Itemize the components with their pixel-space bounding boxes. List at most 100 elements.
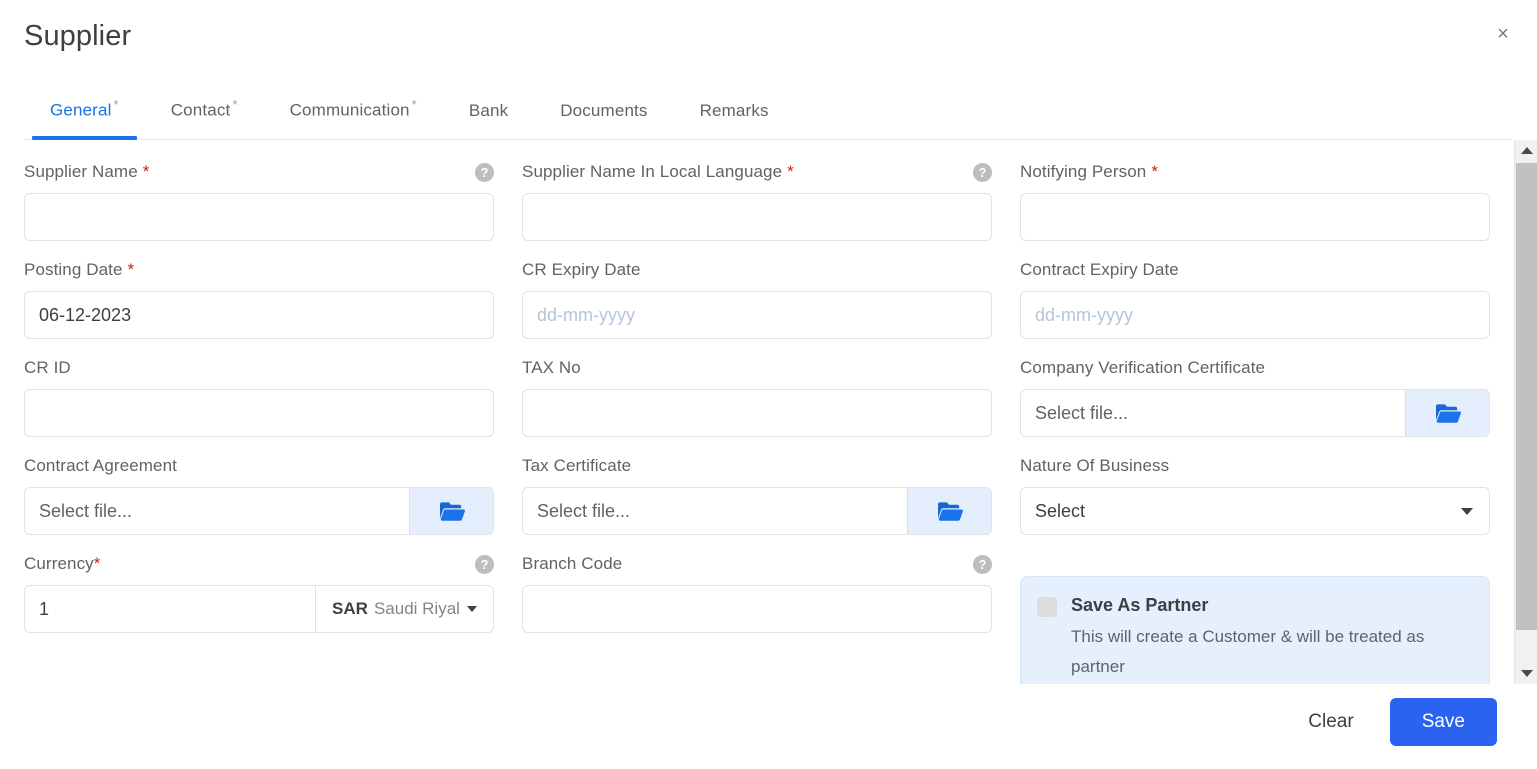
label-currency: Currency* ? bbox=[24, 552, 494, 576]
posting-date-input[interactable] bbox=[24, 291, 494, 339]
browse-button[interactable] bbox=[409, 488, 493, 534]
tab-communication-required-mark: * bbox=[411, 97, 417, 113]
folder-open-icon bbox=[937, 502, 963, 521]
label-notifying-person-text: Notifying Person bbox=[1020, 162, 1147, 181]
label-tax-no-text: TAX No bbox=[522, 358, 581, 377]
label-posting-date: Posting Date * bbox=[24, 258, 494, 282]
save-as-partner-description: This will create a Customer & will be tr… bbox=[1071, 627, 1425, 676]
save-as-partner-checkbox[interactable] bbox=[1037, 597, 1057, 617]
branch-code-input[interactable] bbox=[522, 585, 992, 633]
scrollbar-thumb[interactable] bbox=[1516, 163, 1537, 630]
supplier-name-input[interactable] bbox=[24, 193, 494, 241]
label-nature-of-business: Nature Of Business bbox=[1020, 454, 1490, 478]
dialog-footer: Clear Save bbox=[0, 684, 1537, 769]
contract-expiry-date-input[interactable] bbox=[1020, 291, 1490, 339]
dialog-header: Supplier × bbox=[0, 0, 1537, 72]
save-as-partner-panel: Save As Partner This will create a Custo… bbox=[1020, 576, 1490, 684]
nature-of-business-value: Select bbox=[1035, 500, 1086, 521]
tab-bar: General * Contact * Communication * Bank Do… bbox=[0, 72, 1537, 140]
field-notifying-person: Notifying Person * bbox=[1020, 160, 1490, 258]
label-cr-expiry-date-text: CR Expiry Date bbox=[522, 260, 641, 279]
label-posting-date-text: Posting Date bbox=[24, 260, 123, 279]
tab-contact-required-mark: * bbox=[232, 97, 238, 113]
tax-no-input[interactable] bbox=[522, 389, 992, 437]
form-scroll-region: Supplier Name * ? Supplier Name In Local … bbox=[0, 140, 1537, 684]
browse-button[interactable] bbox=[1405, 390, 1489, 436]
tab-bank[interactable]: Bank bbox=[443, 101, 534, 139]
cr-expiry-date-input[interactable] bbox=[522, 291, 992, 339]
notifying-person-input[interactable] bbox=[1020, 193, 1490, 241]
field-contract-agreement: Contract Agreement Select file... bbox=[24, 454, 494, 552]
label-supplier-name-local: Supplier Name In Local Language * ? bbox=[522, 160, 992, 184]
label-notifying-person: Notifying Person * bbox=[1020, 160, 1490, 184]
field-cr-expiry-date: CR Expiry Date bbox=[522, 258, 992, 356]
help-icon[interactable]: ? bbox=[475, 162, 494, 182]
required-asterisk: * bbox=[127, 260, 135, 279]
currency-control: SAR Saudi Riyal bbox=[24, 585, 494, 633]
scroll-up-button[interactable] bbox=[1515, 140, 1537, 161]
chevron-down-icon bbox=[466, 606, 477, 612]
folder-open-icon bbox=[1435, 404, 1461, 423]
save-button[interactable]: Save bbox=[1389, 697, 1497, 746]
tax-certificate-filename[interactable]: Select file... bbox=[523, 488, 907, 534]
company-verification-certificate-filename[interactable]: Select file... bbox=[1021, 390, 1405, 436]
supplier-dialog: Supplier × General * Contact * Communicati… bbox=[0, 0, 1537, 769]
nature-of-business-select[interactable]: Select bbox=[1020, 487, 1490, 535]
currency-select[interactable]: SAR Saudi Riyal bbox=[315, 586, 493, 632]
tab-documents[interactable]: Documents bbox=[534, 101, 673, 139]
help-icon[interactable]: ? bbox=[475, 554, 494, 574]
label-tax-certificate-text: Tax Certificate bbox=[522, 456, 632, 475]
label-supplier-name-text: Supplier Name bbox=[24, 162, 138, 181]
currency-amount-input[interactable] bbox=[25, 586, 315, 632]
contract-agreement-filename[interactable]: Select file... bbox=[25, 488, 409, 534]
tab-general[interactable]: General * bbox=[24, 97, 145, 140]
label-cr-expiry-date: CR Expiry Date bbox=[522, 258, 992, 282]
label-contract-agreement-text: Contract Agreement bbox=[24, 456, 177, 475]
label-contract-expiry-date-text: Contract Expiry Date bbox=[1020, 260, 1179, 279]
tab-remarks[interactable]: Remarks bbox=[674, 101, 795, 139]
label-company-verification-certificate-text: Company Verification Certificate bbox=[1020, 358, 1266, 377]
label-currency-text: Currency bbox=[24, 554, 94, 573]
tab-documents-label: Documents bbox=[560, 101, 648, 120]
chevron-up-icon bbox=[1520, 147, 1533, 154]
tab-bank-label: Bank bbox=[468, 101, 509, 120]
cr-id-input[interactable] bbox=[24, 389, 494, 437]
field-branch-code: Branch Code ? bbox=[522, 552, 992, 684]
vertical-scrollbar[interactable] bbox=[1514, 140, 1537, 684]
field-currency: Currency* ? SAR Saudi Riyal bbox=[24, 552, 494, 684]
clear-button[interactable]: Clear bbox=[1290, 701, 1371, 743]
tax-certificate-filepicker[interactable]: Select file... bbox=[522, 487, 992, 535]
field-contract-expiry-date: Contract Expiry Date bbox=[1020, 258, 1490, 356]
tab-general-required-mark: * bbox=[113, 97, 119, 113]
field-tax-no: TAX No bbox=[522, 356, 992, 454]
company-verification-certificate-filepicker[interactable]: Select file... bbox=[1020, 389, 1490, 437]
browse-button[interactable] bbox=[907, 488, 991, 534]
label-supplier-name: Supplier Name * ? bbox=[24, 160, 494, 184]
close-icon[interactable]: × bbox=[1489, 20, 1517, 48]
label-tax-certificate: Tax Certificate bbox=[522, 454, 992, 478]
page-title: Supplier bbox=[24, 19, 132, 52]
field-nature-of-business: Nature Of Business Select bbox=[1020, 454, 1490, 552]
tab-general-label: General bbox=[50, 101, 112, 120]
help-icon[interactable]: ? bbox=[973, 554, 992, 574]
label-tax-no: TAX No bbox=[522, 356, 992, 380]
required-asterisk: * bbox=[93, 554, 101, 573]
help-icon[interactable]: ? bbox=[973, 162, 992, 182]
tab-remarks-label: Remarks bbox=[699, 101, 769, 120]
field-save-as-partner: Save As Partner This will create a Custo… bbox=[1020, 552, 1490, 684]
field-cr-id: CR ID bbox=[24, 356, 494, 454]
required-asterisk: * bbox=[142, 162, 150, 181]
scroll-down-button[interactable] bbox=[1515, 663, 1537, 684]
tab-communication-label: Communication bbox=[289, 101, 410, 120]
tab-communication[interactable]: Communication * bbox=[264, 97, 443, 139]
supplier-name-local-input[interactable] bbox=[522, 193, 992, 241]
chevron-down-icon bbox=[1461, 507, 1473, 515]
required-asterisk: * bbox=[787, 162, 794, 181]
field-posting-date: Posting Date * bbox=[24, 258, 494, 356]
field-supplier-name: Supplier Name * ? bbox=[24, 160, 494, 258]
tab-contact[interactable]: Contact * bbox=[145, 97, 264, 139]
label-branch-code: Branch Code ? bbox=[522, 552, 992, 576]
label-contract-agreement: Contract Agreement bbox=[24, 454, 494, 478]
contract-agreement-filepicker[interactable]: Select file... bbox=[24, 487, 494, 535]
currency-code: SAR bbox=[332, 599, 368, 618]
